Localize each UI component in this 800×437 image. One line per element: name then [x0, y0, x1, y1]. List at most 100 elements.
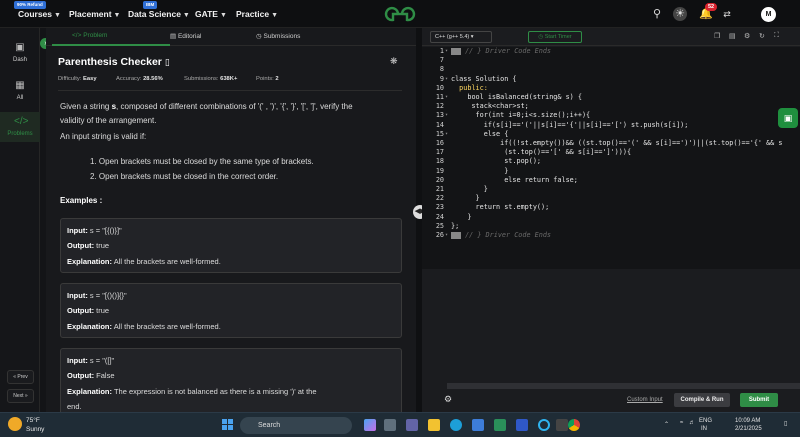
fold-chevron-icon[interactable]: ▾ — [445, 130, 448, 139]
sidebar-item-all[interactable]: ▦ All — [0, 80, 40, 108]
app-icon-dark[interactable] — [556, 419, 568, 431]
code-line[interactable]: 20 else return false; — [422, 176, 800, 185]
lang-eng[interactable]: ENG — [699, 418, 712, 424]
fold-chevron-icon[interactable]: ▾ — [445, 75, 448, 84]
wifi-icon[interactable]: ≈ — [680, 420, 683, 426]
nav-courses[interactable]: Courses ▼ — [18, 9, 61, 19]
code-line[interactable]: 7 — [422, 56, 800, 65]
fold-chevron-icon[interactable]: ▾ — [445, 47, 448, 56]
chat-icon[interactable]: ▣ — [778, 108, 798, 128]
code-line[interactable]: 22 } — [422, 194, 800, 203]
windows-start-icon[interactable] — [222, 419, 234, 431]
code-line[interactable]: 9 ▾ class Solution { — [422, 75, 800, 84]
volume-icon[interactable]: ♬ — [689, 420, 695, 426]
folded-block-icon[interactable] — [451, 231, 461, 239]
code-line[interactable]: 15 ▾ else { — [422, 130, 800, 139]
taskview-icon[interactable] — [384, 419, 396, 431]
code-line[interactable]: 26 ▾ // } Driver Code Ends — [422, 231, 800, 240]
custom-input-link[interactable]: Custom Input — [627, 397, 663, 403]
line-number: 9 — [439, 74, 444, 83]
prev-button[interactable]: « Prev — [7, 370, 34, 384]
code-line[interactable]: 8 — [422, 65, 800, 74]
code-line[interactable]: 10 public: — [422, 84, 800, 93]
code-line[interactable]: 17 (st.top()=='[' && s[i]==']'))){ — [422, 148, 800, 157]
example-output: Output: true — [67, 306, 109, 315]
nav-practice[interactable]: Practice ▼ — [236, 9, 278, 19]
tab-submissions[interactable]: ◷ Submissions — [256, 32, 300, 40]
avatar[interactable]: M — [761, 7, 776, 22]
code-line[interactable]: 25}; — [422, 222, 800, 231]
code-line[interactable]: 23 return st.empty(); — [422, 203, 800, 212]
submit-button[interactable]: Submit — [740, 393, 778, 407]
sun-icon[interactable] — [8, 417, 22, 431]
code-line[interactable]: 18 st.pop(); — [422, 157, 800, 166]
sidebar-item-dash[interactable]: ▣ Dash — [0, 42, 40, 70]
code-line[interactable]: 11 ▾ bool isBalanced(string& s) { — [422, 93, 800, 102]
app-icon-blue[interactable] — [516, 419, 528, 431]
code-text: else { — [451, 129, 509, 138]
translate-icon[interactable]: ⇄ — [720, 7, 734, 21]
problem-tabs: </> Problem ▤ Editorial ◷ Submissions — [46, 28, 416, 46]
tab-problem[interactable]: </> Problem — [72, 32, 107, 39]
teams-icon[interactable] — [406, 419, 418, 431]
tab-editorial[interactable]: ▤ Editorial — [170, 32, 201, 40]
line-number: 17 — [435, 148, 444, 157]
bug-icon[interactable]: ❋ — [390, 56, 398, 67]
search-icon[interactable]: ⚲ — [650, 7, 664, 21]
store-icon[interactable] — [472, 419, 484, 431]
next-button[interactable]: Next » — [7, 389, 34, 403]
problem-panel: </> Problem ▤ Editorial ◷ Submissions Pa… — [46, 28, 416, 418]
example-input: Input: s = "[{()}]" — [67, 226, 122, 235]
code-line[interactable]: 12 stack<char>st; — [422, 102, 800, 111]
fold-chevron-icon[interactable]: ▾ — [445, 93, 448, 102]
line-number: 15 — [435, 129, 444, 138]
start-timer-button[interactable]: ◷ Start Timer — [528, 31, 582, 43]
copy-icon[interactable]: ❐ — [714, 32, 720, 40]
code-line[interactable]: 14 if(s[i]=='('||s[i]=='{'||s[i]=='[') s… — [422, 121, 800, 130]
fold-chevron-icon[interactable]: ▾ — [445, 231, 448, 240]
settings-icon[interactable]: ⚙ — [744, 32, 750, 40]
gfg-logo[interactable] — [384, 6, 416, 22]
code-area[interactable]: 1 ▾ // } Driver Code Ends 7 8 9 ▾ class Soluti… — [422, 47, 800, 269]
language-select[interactable]: C++ (g++ 5.4) ▾ — [430, 31, 492, 43]
file-explorer-icon[interactable] — [428, 419, 440, 431]
code-line[interactable]: 24 } — [422, 213, 800, 222]
folded-block-icon[interactable] — [451, 47, 461, 55]
copilot-icon[interactable] — [364, 419, 376, 431]
code-line[interactable]: 21 } — [422, 185, 800, 194]
bookmark-icon[interactable]: ▯ — [165, 57, 170, 67]
taskbar-search[interactable]: Search — [240, 417, 352, 434]
nav-placement[interactable]: Placement ▼ — [69, 9, 120, 19]
nav-gate[interactable]: GATE ▼ — [195, 9, 227, 19]
fold-chevron-icon[interactable]: ▾ — [445, 111, 448, 120]
code-text: bool isBalanced(string& s) { — [451, 93, 582, 101]
output-value: true — [96, 241, 110, 250]
page-title: Parenthesis Checker ▯ — [58, 56, 170, 68]
edge-icon[interactable] — [450, 419, 462, 431]
clock-icon: ◷ — [256, 33, 262, 40]
chevron-up-icon[interactable]: ⌃ — [664, 421, 669, 428]
code-line[interactable]: 1 ▾ // } Driver Code Ends — [422, 47, 800, 56]
app-icon-ring[interactable] — [538, 419, 550, 431]
nav-data-science[interactable]: Data Science ▼ — [128, 9, 190, 19]
chevron-down-icon: ▼ — [54, 12, 61, 19]
code-line[interactable]: 19 } — [422, 167, 800, 176]
code-line[interactable]: 16 if((!st.empty())&& ((st.top()=='(' &&… — [422, 139, 800, 148]
layout-icon[interactable]: ▤ — [729, 32, 736, 40]
code-icon: </> — [14, 116, 29, 127]
reset-icon[interactable]: ↻ — [759, 32, 765, 40]
app-icon-green[interactable] — [494, 419, 506, 431]
fullscreen-icon[interactable]: ⛶ — [774, 32, 779, 40]
code-text: } — [451, 185, 488, 193]
theme-toggle-icon[interactable]: ☀ — [673, 7, 687, 21]
desc-text-1-rest: , composed of different combinations of … — [116, 102, 353, 111]
sidebar-item-problems[interactable]: </> Problems — [0, 112, 40, 142]
code-line[interactable]: 13 ▾ for(int i=0;i<s.size();i++){ — [422, 111, 800, 120]
gear-icon[interactable]: ⚙ — [444, 394, 452, 405]
clock-time[interactable]: 10:09 AM — [735, 418, 760, 424]
line-number: 10 — [435, 83, 444, 92]
compile-run-button[interactable]: Compile & Run — [674, 393, 730, 407]
bell-icon[interactable]: ▯ — [784, 420, 787, 427]
line-number: 24 — [435, 212, 444, 221]
chrome-icon[interactable] — [568, 419, 580, 431]
